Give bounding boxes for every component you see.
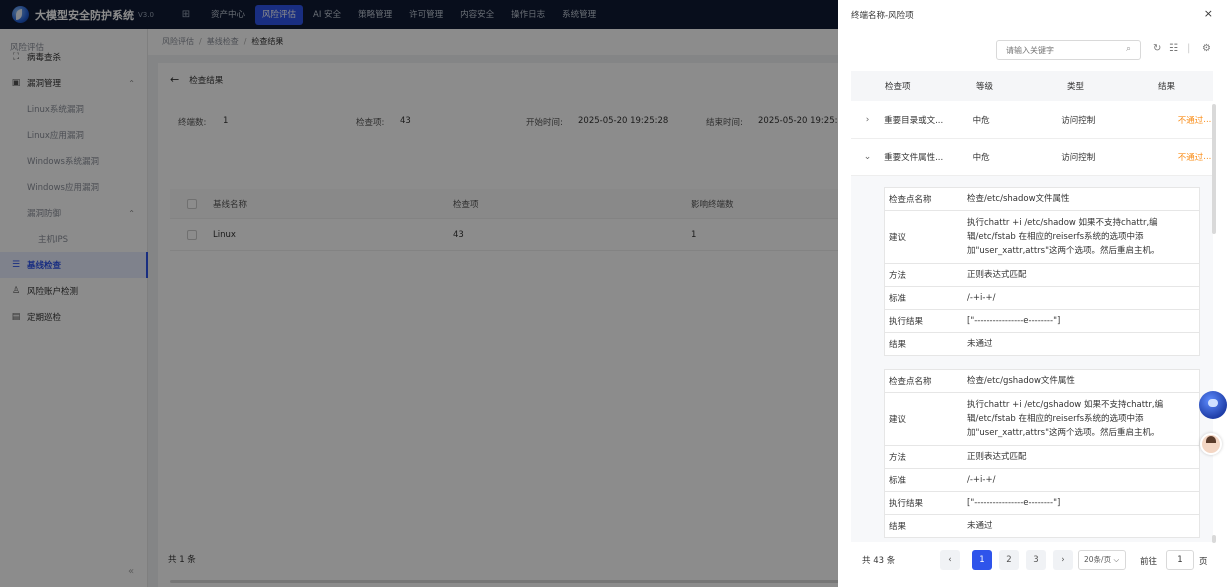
detail-value: 检查/etc/gshadow文件属性 <box>967 376 1075 386</box>
detail-value: 未通过 <box>967 521 993 531</box>
detail-key: 标准 <box>889 294 907 304</box>
scrollbar-end <box>1212 535 1216 543</box>
modal-overlay[interactable] <box>0 0 838 587</box>
detail-row: 检查点名称 检查/etc/gshadow文件属性 <box>885 370 1199 393</box>
page-button[interactable]: 2 <box>999 550 1019 570</box>
cell-check-item: 重要文件属性... <box>884 153 944 163</box>
detail-row: 结果 未通过 <box>885 333 1199 355</box>
detail-key: 方法 <box>889 271 907 281</box>
detail-value: 执行chattr +i /etc/gshadow 如果不支持chattr,编辑/… <box>967 400 1164 438</box>
detail-row: 方法 正则表达式匹配 <box>885 264 1199 287</box>
detail-value: /-+i-+/ <box>967 293 996 303</box>
drawer-table-header: 检查项 等级 类型 结果 <box>851 71 1213 101</box>
close-icon[interactable]: × <box>1204 7 1213 20</box>
cell-level: 中危 <box>972 153 990 163</box>
prev-page-button[interactable]: ‹ <box>940 550 960 570</box>
page-size-select[interactable]: 20条/页 ⌵ <box>1078 550 1126 570</box>
detail-value: 未通过 <box>967 339 993 349</box>
cell-type: 访问控制 <box>1061 153 1096 163</box>
next-page-button[interactable]: › <box>1053 550 1073 570</box>
ai-assistant-icon[interactable] <box>1199 391 1227 419</box>
cell-result: 不通过 <box>1177 153 1204 163</box>
goto-label: 前往 <box>1140 557 1158 567</box>
column-settings-icon[interactable]: ☷ <box>1169 43 1178 54</box>
detail-key: 检查点名称 <box>889 377 932 387</box>
support-avatar-icon[interactable] <box>1200 433 1222 455</box>
cell-check-item: 重要目录或文... <box>884 116 944 126</box>
page-button[interactable]: 1 <box>972 550 992 570</box>
pagination-total: 共 43 条 <box>862 556 896 566</box>
search-input[interactable] <box>996 40 1141 60</box>
col-check-item: 检查项 <box>885 82 911 92</box>
detail-key: 建议 <box>889 233 907 243</box>
pagination: 共 43 条 ‹ 1 2 3 › 20条/页 ⌵ 前往 1 页 <box>838 544 1228 578</box>
toolbar-divider: | <box>1187 43 1191 54</box>
table-row[interactable]: ⌄ 重要文件属性... 中危 访问控制 不通过 ... <box>851 139 1213 176</box>
detail-row: 结果 未通过 <box>885 515 1199 537</box>
drawer-title: 终端名称-风险项 <box>851 11 914 21</box>
detail-row: 执行结果 ["----------------e--------"] <box>885 310 1199 333</box>
expanded-details: 检查点名称 检查/etc/shadow文件属性 建议 执行chattr +i /et… <box>851 176 1213 542</box>
detail-value: 执行chattr +i /etc/shadow 如果不支持chattr,编辑/e… <box>967 218 1160 256</box>
detail-row: 标准 /-+i-+/ <box>885 287 1199 310</box>
detail-value: 正则表达式匹配 <box>967 270 1027 280</box>
detail-card: 检查点名称 检查/etc/shadow文件属性 建议 执行chattr +i /et… <box>884 187 1200 356</box>
detail-row: 建议 执行chattr +i /etc/gshadow 如果不支持chattr,编… <box>885 393 1199 446</box>
cell-type: 访问控制 <box>1061 116 1096 126</box>
vertical-scrollbar[interactable] <box>1212 104 1216 234</box>
page-button[interactable]: 3 <box>1026 550 1046 570</box>
goto-page-input[interactable]: 1 <box>1166 550 1194 570</box>
detail-row: 方法 正则表达式匹配 <box>885 446 1199 469</box>
expand-chevron-icon[interactable]: › <box>851 115 884 125</box>
col-level: 等级 <box>976 82 994 92</box>
detail-key: 检查点名称 <box>889 195 932 205</box>
detail-key: 结果 <box>889 522 907 532</box>
detail-key: 结果 <box>889 340 907 350</box>
detail-value: ["----------------e--------"] <box>967 316 1061 326</box>
detail-key: 建议 <box>889 415 907 425</box>
page-suffix: 页 <box>1199 557 1208 567</box>
search-icon[interactable]: ⌕ <box>1126 44 1131 54</box>
detail-key: 标准 <box>889 476 907 486</box>
collapse-chevron-icon[interactable]: ⌄ <box>851 152 884 162</box>
cell-result: 不通过 <box>1177 116 1204 126</box>
detail-value: 检查/etc/shadow文件属性 <box>967 194 1070 204</box>
detail-key: 方法 <box>889 453 907 463</box>
detail-row: 执行结果 ["----------------e--------"] <box>885 492 1199 515</box>
detail-row: 检查点名称 检查/etc/shadow文件属性 <box>885 188 1199 211</box>
risk-items-drawer: 终端名称-风险项 × ⌕ ↻ ☷ | ⚙ 检查项 等级 类型 结果 › 重要目录… <box>838 0 1228 587</box>
detail-row: 标准 /-+i-+/ <box>885 469 1199 492</box>
table-row[interactable]: › 重要目录或文... 中危 访问控制 不通过 ... <box>851 102 1213 139</box>
detail-value: 正则表达式匹配 <box>967 452 1027 462</box>
detail-key: 执行结果 <box>889 317 924 327</box>
detail-value: ["----------------e--------"] <box>967 498 1061 508</box>
detail-value: /-+i-+/ <box>967 475 996 485</box>
detail-key: 执行结果 <box>889 499 924 509</box>
settings-gear-icon[interactable]: ⚙ <box>1202 43 1211 54</box>
refresh-icon[interactable]: ↻ <box>1153 43 1161 54</box>
cell-level: 中危 <box>972 116 990 126</box>
col-result: 结果 <box>1158 82 1176 92</box>
col-type: 类型 <box>1067 82 1085 92</box>
detail-row: 建议 执行chattr +i /etc/shadow 如果不支持chattr,编辑… <box>885 211 1199 264</box>
detail-card: 检查点名称 检查/etc/gshadow文件属性 建议 执行chattr +i /e… <box>884 369 1200 538</box>
